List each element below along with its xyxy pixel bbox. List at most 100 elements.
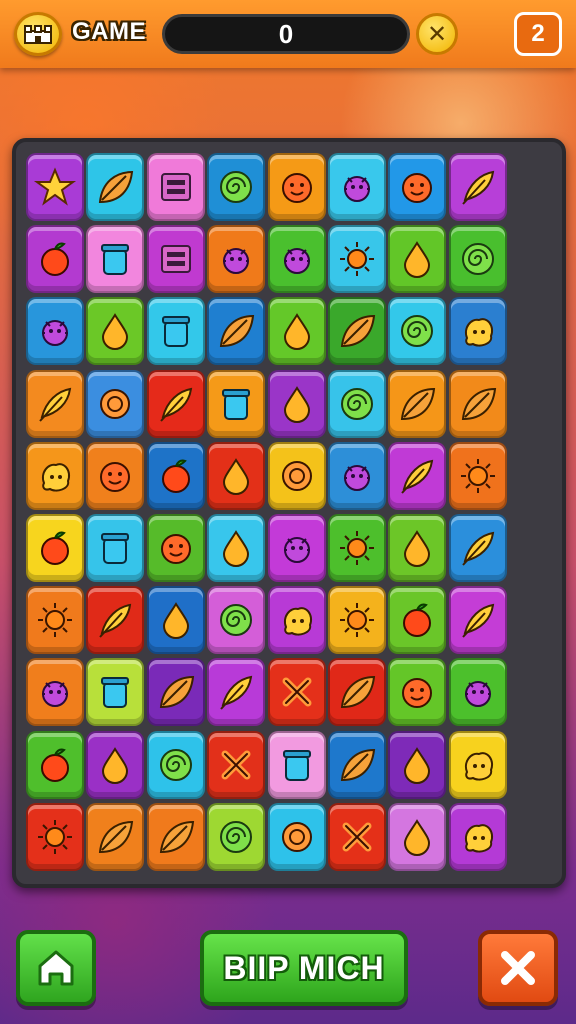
game-tile[interactable] [207,658,266,727]
game-tile[interactable] [328,658,386,727]
game-tile[interactable] [86,225,145,294]
game-tile[interactable] [448,514,507,582]
game-tile[interactable] [207,730,266,799]
game-tile[interactable] [26,586,84,655]
game-tile[interactable] [388,441,447,510]
game-tile[interactable] [328,369,386,438]
swirl-icon [220,171,253,203]
game-tile[interactable] [388,225,447,294]
game-tile[interactable] [26,225,84,294]
game-tile[interactable] [207,153,266,221]
game-tile[interactable] [86,658,145,727]
game-tile[interactable] [86,802,145,871]
game-tile[interactable] [448,153,507,221]
game-tile[interactable] [86,586,145,655]
bug-icon [464,681,491,708]
game-tile[interactable] [388,802,447,871]
game-tile[interactable] [207,586,266,655]
action-button[interactable]: BIIP MICH [200,930,408,1006]
castle-icon[interactable] [14,12,62,56]
game-tile[interactable] [267,225,326,294]
game-tile[interactable] [328,514,386,582]
face-icon [402,678,433,709]
drop-icon [223,530,250,567]
game-tile[interactable] [26,730,84,799]
game-tile[interactable] [267,297,326,366]
game-tile[interactable] [26,802,84,871]
game-tile[interactable] [26,514,84,582]
game-tile[interactable] [146,658,205,727]
game-tile[interactable] [448,658,507,727]
cross-icon [282,677,312,707]
game-tile[interactable] [86,514,145,582]
game-tile[interactable] [448,441,507,510]
game-tile[interactable] [86,730,145,799]
game-tile[interactable] [328,730,386,799]
game-tile[interactable] [267,153,326,221]
game-tile[interactable] [267,369,326,438]
game-tile[interactable] [448,730,507,799]
feather-icon [401,459,434,494]
game-tile[interactable] [448,586,507,655]
game-tile[interactable] [267,802,326,871]
game-tile[interactable] [448,369,507,438]
game-tile[interactable] [86,297,145,366]
game-tile[interactable] [86,369,145,438]
game-tile[interactable] [267,441,326,510]
blob-icon [464,823,493,853]
game-tile[interactable] [328,297,386,366]
game-tile[interactable] [388,369,447,438]
game-tile[interactable] [328,225,386,294]
game-tile[interactable] [86,153,145,221]
game-tile[interactable] [207,225,266,294]
game-tile[interactable] [146,730,205,799]
game-tile[interactable] [388,658,447,727]
home-button[interactable] [16,930,96,1006]
drop-icon [223,457,250,495]
game-tile[interactable] [146,441,205,510]
game-tile[interactable] [207,441,266,510]
game-tile[interactable] [26,297,84,366]
game-tile[interactable] [146,225,205,294]
game-tile[interactable] [146,369,205,438]
game-tile[interactable] [207,369,266,438]
game-tile[interactable] [328,441,386,510]
game-tile[interactable] [207,514,266,582]
game-tile[interactable] [328,153,386,221]
game-tile[interactable] [388,586,447,655]
game-tile[interactable] [267,658,326,727]
x-icon[interactable]: ✕ [416,13,458,55]
game-tile[interactable] [328,586,386,655]
face-icon [281,173,312,203]
close-button[interactable] [478,930,558,1006]
game-tile[interactable] [26,369,84,438]
game-tile[interactable] [207,297,266,366]
game-tile[interactable] [448,297,507,366]
game-tile[interactable] [388,514,447,582]
blob-icon [464,318,493,347]
fruit-icon [161,459,190,493]
game-tile[interactable] [26,658,84,727]
game-tile[interactable] [388,297,447,366]
game-tile[interactable] [267,514,326,582]
game-tile[interactable] [388,153,447,221]
swirl-icon [220,820,253,853]
game-tile[interactable] [146,586,205,655]
game-tile[interactable] [448,802,507,871]
game-tile[interactable] [146,153,205,221]
game-tile[interactable] [388,730,447,799]
game-tile[interactable] [146,514,205,582]
game-tile[interactable] [86,441,145,510]
game-tile[interactable] [207,802,266,871]
game-tile[interactable] [146,802,205,871]
game-tile[interactable] [328,802,386,871]
game-tile[interactable] [146,297,205,366]
game-tile[interactable] [26,441,84,510]
game-tile[interactable] [267,730,326,799]
game-tile[interactable] [267,586,326,655]
game-tile[interactable] [26,153,84,221]
sun-icon [340,242,374,277]
level-badge[interactable]: 2 [514,12,562,56]
jar-icon [101,677,130,709]
game-tile[interactable] [448,225,507,294]
